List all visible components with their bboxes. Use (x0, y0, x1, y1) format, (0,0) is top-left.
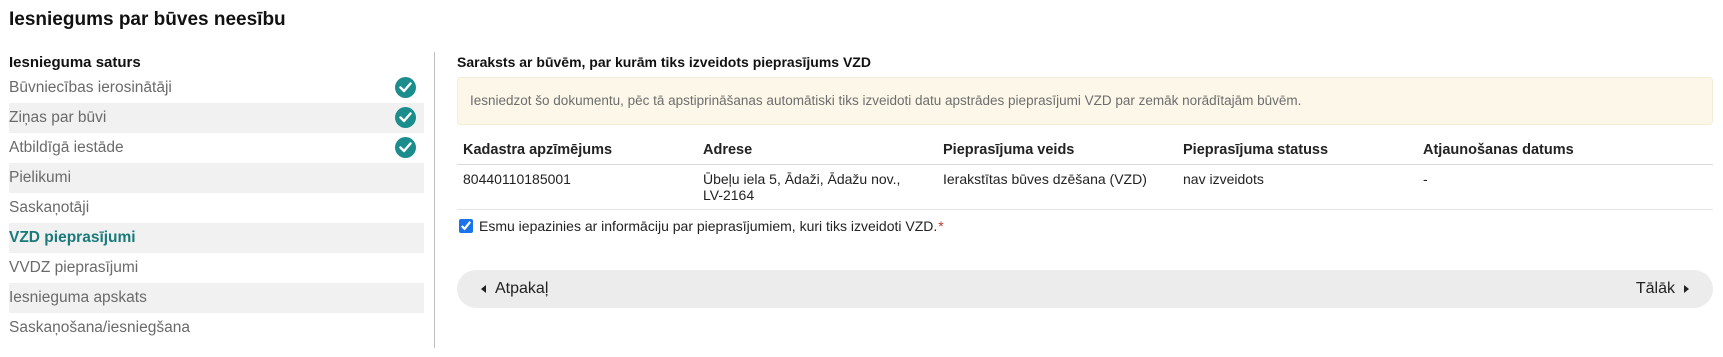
check-circle-icon (395, 107, 416, 128)
cell-pieprasijuma-statuss: nav izveidots (1177, 164, 1417, 210)
column-header-kadastra-apzimejums: Kadastra apzīmējums (457, 135, 697, 165)
column-header-atjaunosanas-datums: Atjaunošanas datums (1417, 135, 1713, 165)
check-circle-icon (395, 137, 416, 158)
sidebar-item-label: Atbildīgā iestāde (9, 139, 124, 156)
sidebar-item-iesnieguma-apskats[interactable]: Iesnieguma apskats (9, 283, 424, 313)
sidebar-item-label: Būvniecības ierosinātāji (9, 79, 172, 96)
wizard-navigation-bar: Atpakaļ Tālāk (457, 270, 1713, 308)
sidebar-item-label: Pielikumi (9, 169, 72, 186)
cell-pieprasijuma-veids: Ierakstītas būves dzēšana (VZD) (937, 164, 1177, 210)
consent-label: Esmu iepazinies ar informāciju par piepr… (479, 218, 938, 234)
sidebar-item-buvniecibas-ierosinataji[interactable]: Būvniecības ierosinātāji (9, 73, 424, 103)
requests-table: Kadastra apzīmējums Adrese Pieprasījuma … (457, 135, 1713, 210)
sidebar-item-label: VVDZ pieprasījumi (9, 259, 139, 276)
sidebar-item-vvdz-pieprasijumi[interactable]: VVDZ pieprasījumi (9, 253, 424, 283)
required-mark: * (938, 218, 944, 234)
next-button[interactable]: Tālāk (1636, 270, 1689, 308)
sidebar-item-atbildiga-iestade[interactable]: Atbildīgā iestāde (9, 133, 424, 163)
sidebar-item-label: Saskaņošana/iesniegšana (9, 319, 190, 336)
sidebar-item-saskanosana-iesniegsana[interactable]: Saskaņošana/iesniegšana (9, 313, 424, 343)
next-button-label: Tālāk (1635, 280, 1675, 297)
back-button[interactable]: Atpakaļ (481, 270, 548, 308)
page-title: Iesniegums par būves neesību (9, 9, 286, 30)
cell-adrese: Ūbeļu iela 5, Ādaži, Ādažu nov., LV-2164 (697, 164, 937, 210)
column-header-adrese: Adrese (697, 135, 937, 165)
table-header-row: Kadastra apzīmējums Adrese Pieprasījuma … (457, 135, 1713, 165)
consent-row[interactable]: Esmu iepazinies ar informāciju par piepr… (457, 216, 1713, 236)
check-circle-icon (395, 77, 416, 98)
column-header-pieprasijuma-veids: Pieprasījuma veids (937, 135, 1177, 165)
sidebar-divider (434, 52, 435, 348)
sidebar-item-saskanotaji[interactable]: Saskaņotāji (9, 193, 424, 223)
section-title: Saraksts ar būvēm, par kurām tiks izveid… (457, 54, 871, 70)
sidebar-item-label: Saskaņotāji (9, 199, 90, 216)
column-header-pieprasijuma-statuss: Pieprasījuma statuss (1177, 135, 1417, 165)
back-button-label: Atpakaļ (495, 280, 549, 297)
caret-left-icon (481, 285, 486, 293)
sidebar: Iesnieguma saturs Būvniecības ierosinātā… (9, 53, 424, 343)
sidebar-item-label: Iesnieguma apskats (9, 289, 147, 306)
cell-atjaunosanas-datums: - (1417, 164, 1713, 210)
caret-right-icon (1684, 285, 1689, 293)
table-row: 80440110185001 Ūbeļu iela 5, Ādaži, Ādaž… (457, 164, 1713, 210)
info-notice: Iesniedzot šo dokumentu, pēc tā apstipri… (457, 77, 1713, 125)
sidebar-item-vzd-pieprasijumi[interactable]: VZD pieprasījumi (9, 223, 424, 253)
consent-checkbox[interactable] (459, 219, 473, 233)
cell-kadastra-apzimejums: 80440110185001 (457, 164, 697, 210)
sidebar-item-label: Ziņas par būvi (9, 109, 107, 126)
main-content: Saraksts ar būvēm, par kurām tiks izveid… (457, 53, 1713, 308)
sidebar-heading: Iesnieguma saturs (9, 54, 141, 71)
sidebar-item-pielikumi[interactable]: Pielikumi (9, 163, 424, 193)
sidebar-item-label: VZD pieprasījumi (9, 229, 136, 246)
sidebar-item-zinas-par-buvi[interactable]: Ziņas par būvi (9, 103, 424, 133)
